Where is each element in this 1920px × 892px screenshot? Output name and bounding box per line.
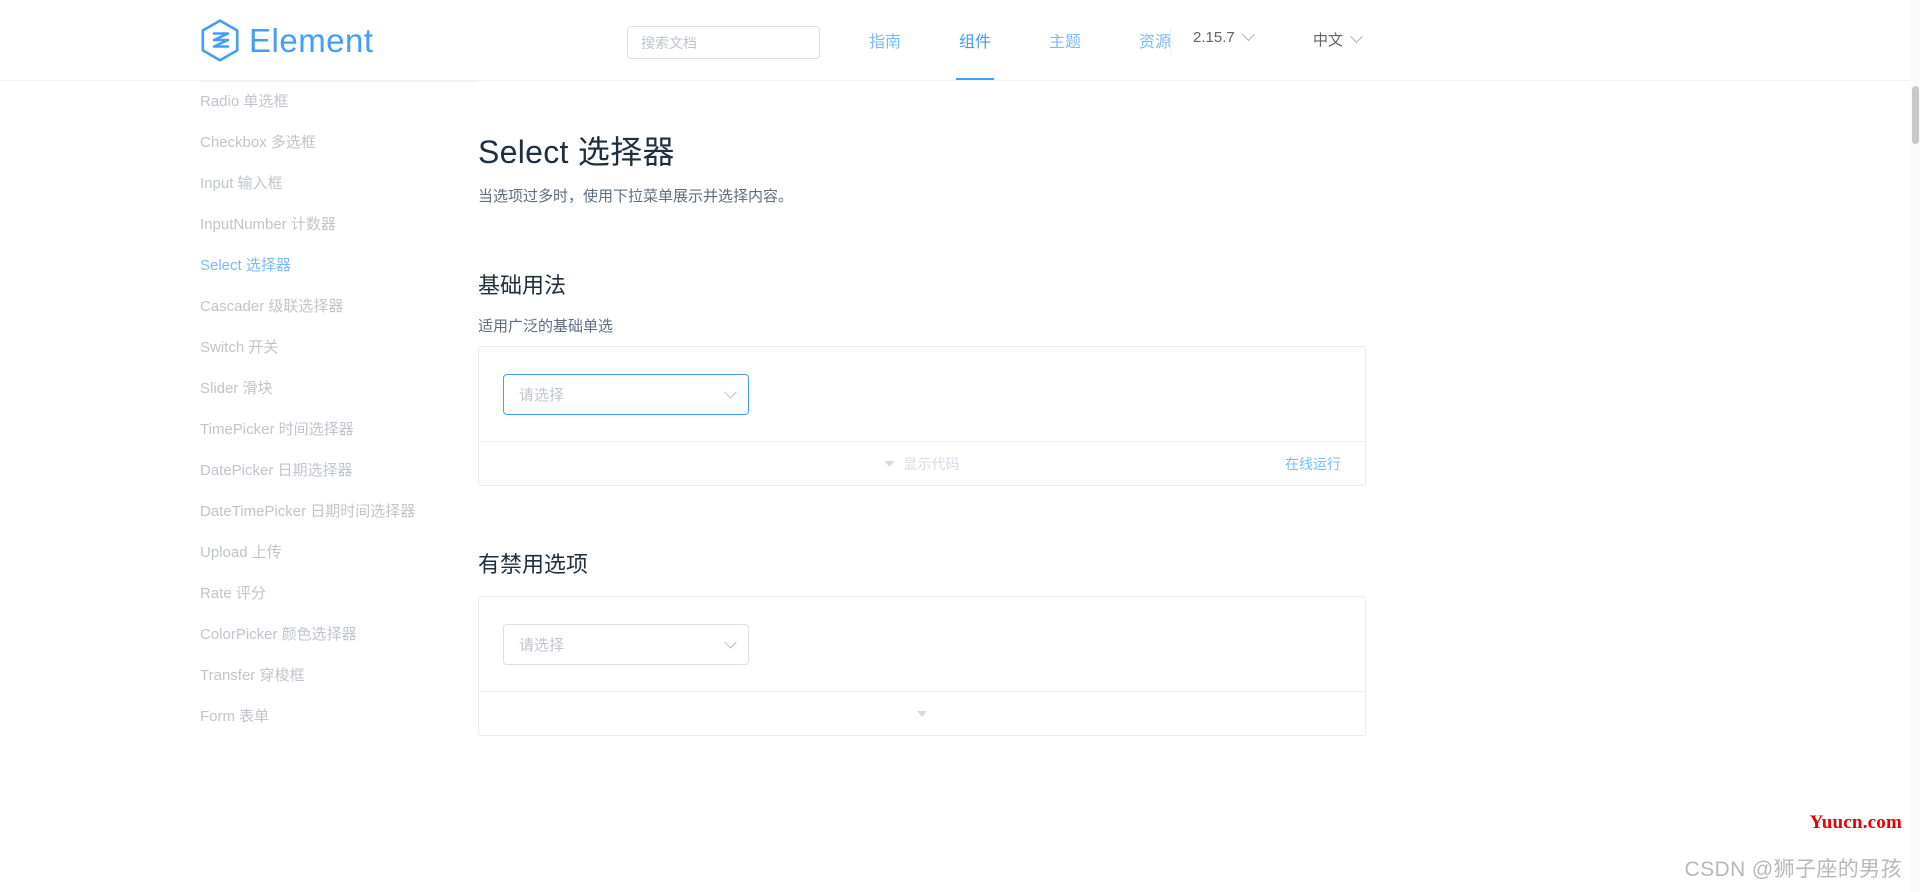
select-disabled-placeholder: 请选择 xyxy=(519,636,565,654)
sidebar-item-7[interactable]: Slider 滑块 xyxy=(0,368,478,409)
sidebar-item-4[interactable]: Select 选择器 xyxy=(0,245,478,286)
page-title: Select 选择器 xyxy=(478,134,675,170)
sidebar-item-5[interactable]: Cascader 级联选择器 xyxy=(0,286,478,327)
nav-item-theme[interactable]: 主题 xyxy=(1020,0,1110,80)
site-header: Element 指南 组件 主题 资源 2.15.7 中文 xyxy=(0,0,1920,81)
section-subtitle-basic: 适用广泛的基础单选 xyxy=(478,318,614,335)
sidebar-item-11[interactable]: Upload 上传 xyxy=(0,532,478,573)
sidebar-item-3[interactable]: InputNumber 计数器 xyxy=(0,204,478,245)
chevron-down-icon xyxy=(1241,28,1255,42)
watermark-csdn: CSDN @狮子座的男孩 xyxy=(1684,858,1902,881)
show-code-toggle-basic[interactable]: 显示代码 xyxy=(884,442,960,486)
demo-footer-disabled xyxy=(479,691,1365,735)
sidebar-item-9[interactable]: DatePicker 日期选择器 xyxy=(0,450,478,491)
section-heading-disabled: 有禁用选项 xyxy=(478,552,589,577)
main-content: Select 选择器 当选项过多时，使用下拉菜单展示并选择内容。 基础用法 适用… xyxy=(478,81,1920,892)
header-divider xyxy=(1170,28,1171,54)
sidebar-item-6[interactable]: Switch 开关 xyxy=(0,327,478,368)
demo-body-basic: 请选择 xyxy=(479,347,1365,441)
select-disabled-options[interactable]: 请选择 xyxy=(503,623,749,665)
sidebar-item-1[interactable]: Checkbox 多选框 xyxy=(0,122,478,163)
nav-item-resource[interactable]: 资源 xyxy=(1110,0,1200,80)
nav-item-components[interactable]: 组件 xyxy=(930,0,1020,80)
sidebar-item-8[interactable]: TimePicker 时间选择器 xyxy=(0,409,478,450)
sidebar-item-14[interactable]: Transfer 穿梭框 xyxy=(0,655,478,696)
demo-body-disabled: 请选择 xyxy=(479,597,1365,691)
language-selector[interactable]: 中文 xyxy=(1313,29,1363,50)
site-logo[interactable]: Element xyxy=(200,19,374,62)
logo-text: Element xyxy=(249,22,374,59)
sidebar-item-2[interactable]: Input 输入框 xyxy=(0,163,478,204)
demo-footer-basic: 显示代码 在线运行 xyxy=(479,441,1365,485)
sidebar-nav-list: Radio 单选框 Checkbox 多选框 Input 输入框 InputNumbe… xyxy=(0,81,478,737)
sidebar-item-12[interactable]: Rate 评分 xyxy=(0,573,478,614)
demo-block-disabled: 请选择 xyxy=(478,596,1366,736)
version-selector[interactable]: 2.15.7 xyxy=(1193,28,1255,46)
version-label: 2.15.7 xyxy=(1193,29,1235,46)
language-label: 中文 xyxy=(1313,32,1344,49)
show-code-label: 显示代码 xyxy=(903,456,960,472)
chevron-down-icon xyxy=(1350,30,1363,44)
sidebar: Radio 单选框 Checkbox 多选框 Input 输入框 InputNumbe… xyxy=(0,81,478,892)
sidebar-item-10[interactable]: DateTimePicker 日期时间选择器 xyxy=(0,491,478,532)
page-description: 当选项过多时，使用下拉菜单展示并选择内容。 xyxy=(478,188,794,205)
demo-block-basic: 请选择 显示代码 在线运行 xyxy=(478,346,1366,486)
element-hexagon-logo-icon xyxy=(200,19,240,62)
watermark-site: Yuucn.com xyxy=(1809,812,1902,833)
caret-down-icon xyxy=(884,461,895,467)
nav-item-guide[interactable]: 指南 xyxy=(840,0,930,80)
chevron-down-icon xyxy=(724,385,737,399)
sidebar-item-13[interactable]: ColorPicker 颜色选择器 xyxy=(0,614,478,655)
page-scrollbar-thumb[interactable] xyxy=(1912,86,1919,144)
section-heading-basic: 基础用法 xyxy=(478,273,567,298)
sidebar-item-15[interactable]: Form 表单 xyxy=(0,696,478,737)
select-basic-placeholder: 请选择 xyxy=(519,386,565,404)
run-online-link-basic[interactable]: 在线运行 xyxy=(1285,442,1341,486)
sidebar-item-0[interactable]: Radio 单选框 xyxy=(0,81,478,122)
chevron-down-icon xyxy=(724,635,737,649)
search-input[interactable] xyxy=(627,26,820,59)
main-nav: 指南 组件 主题 资源 xyxy=(840,0,1200,80)
caret-down-icon xyxy=(917,711,927,717)
show-code-toggle-disabled[interactable] xyxy=(917,692,927,736)
select-basic[interactable]: 请选择 xyxy=(503,373,749,415)
